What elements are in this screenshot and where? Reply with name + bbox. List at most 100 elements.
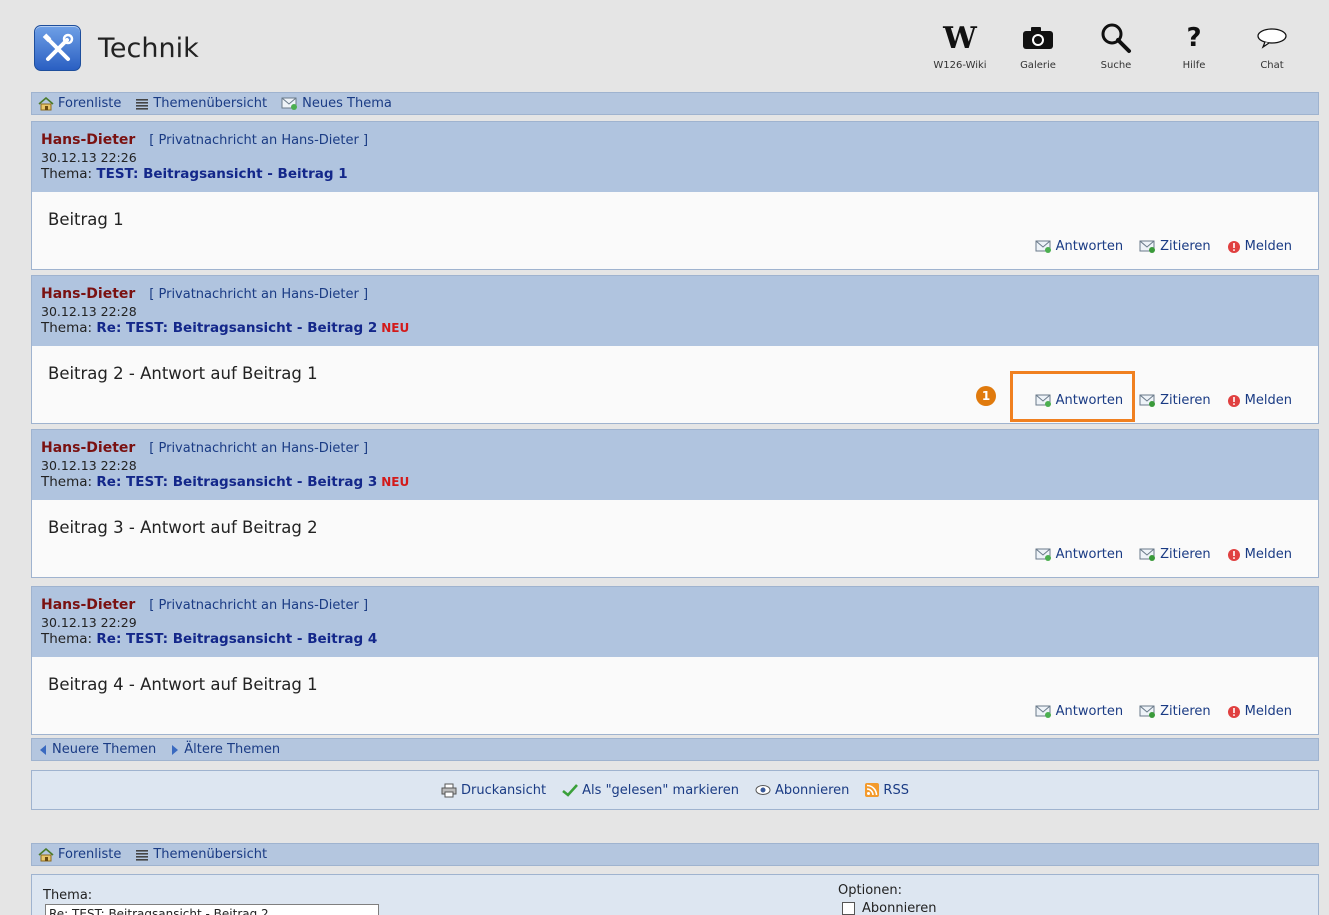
post-topic-link[interactable]: Re: TEST: Beitragsansicht - Beitrag 2 [96, 320, 377, 336]
forenliste-link[interactable]: Forenliste [38, 96, 121, 111]
post-date: 30.12.13 22:28 [41, 458, 137, 473]
reply-label: Antworten [1055, 393, 1124, 408]
newer-topics-label: Neuere Themen [52, 742, 157, 757]
forenliste-link[interactable]: Forenliste [38, 847, 121, 862]
topic-prefix: Thema: [41, 166, 93, 182]
report-button[interactable]: Melden [1227, 704, 1292, 719]
post-body: Beitrag 2 - Antwort auf Beitrag 1 Antwor… [32, 346, 1318, 423]
arrow-left-icon [38, 744, 48, 756]
report-button[interactable]: Melden [1227, 239, 1292, 254]
topic-tools-bar: Druckansicht Als "gelesen" markieren Abo… [31, 770, 1319, 810]
post-2: Hans-Dieter [ Privatnachricht an Hans-Di… [31, 275, 1319, 424]
post-body: Beitrag 4 - Antwort auf Beitrag 1 Antwor… [32, 657, 1318, 734]
post-text: Beitrag 4 - Antwort auf Beitrag 1 [48, 675, 318, 694]
wiki-w-icon: W [943, 20, 977, 56]
topnav-chat[interactable]: Chat [1233, 20, 1311, 71]
post-4: Hans-Dieter [ Privatnachricht an Hans-Di… [31, 586, 1319, 735]
post-author[interactable]: Hans-Dieter [41, 132, 135, 148]
mark-read-link[interactable]: Als "gelesen" markieren [562, 783, 739, 798]
quote-button[interactable]: Zitieren [1139, 239, 1211, 254]
post-header: Hans-Dieter [ Privatnachricht an Hans-Di… [32, 276, 1318, 346]
private-message-link[interactable]: [ Privatnachricht an Hans-Dieter ] [149, 598, 368, 613]
themen-link[interactable]: Themenübersicht [135, 847, 267, 862]
home-icon [38, 847, 54, 862]
post-1: Hans-Dieter [ Privatnachricht an Hans-Di… [31, 121, 1319, 270]
help-icon: ? [1186, 23, 1202, 53]
topnav-wiki[interactable]: W W126-Wiki [921, 20, 999, 72]
post-body: Beitrag 1 Antworten Zitieren Melden [32, 192, 1318, 269]
post-actions: Antworten Zitieren Melden [1019, 547, 1292, 562]
quote-button[interactable]: Zitieren [1139, 547, 1211, 562]
post-text: Beitrag 1 [48, 210, 124, 229]
older-topics-label: Ältere Themen [184, 742, 281, 757]
warning-icon [1227, 240, 1241, 254]
rss-link[interactable]: RSS [865, 783, 909, 798]
mark-read-label: Als "gelesen" markieren [582, 782, 739, 798]
quote-label: Zitieren [1160, 704, 1211, 719]
reply-label: Antworten [1055, 704, 1124, 719]
topnav-help[interactable]: ? Hilfe [1155, 20, 1233, 71]
quote-button[interactable]: Zitieren [1139, 393, 1211, 408]
reply-button[interactable]: Antworten [1035, 239, 1124, 254]
themen-label: Themenübersicht [153, 96, 268, 111]
reply-mail-icon [1035, 705, 1052, 718]
report-button[interactable]: Melden [1227, 393, 1292, 408]
private-message-link[interactable]: [ Privatnachricht an Hans-Dieter ] [149, 287, 368, 302]
post-actions: Antworten Zitieren Melden [1019, 239, 1292, 254]
print-view-link[interactable]: Druckansicht [441, 783, 546, 798]
warning-icon [1227, 394, 1241, 408]
page-title: Technik [98, 33, 199, 64]
neues-thema-link[interactable]: Neues Thema [281, 96, 392, 111]
post-text: Beitrag 3 - Antwort auf Beitrag 2 [48, 518, 318, 537]
subscribe-label: Abonnieren [774, 782, 850, 798]
reply-button[interactable]: Antworten [1035, 547, 1124, 562]
reply-label: Antworten [1055, 239, 1124, 254]
report-button[interactable]: Melden [1227, 547, 1292, 562]
topic-prefix: Thema: [41, 320, 93, 336]
older-topics-link[interactable]: Ältere Themen [170, 742, 280, 757]
topnav-label: Chat [1260, 60, 1284, 71]
topic-prefix: Thema: [41, 474, 93, 490]
subscribe-link[interactable]: Abonnieren [755, 783, 849, 798]
print-view-label: Druckansicht [461, 782, 547, 798]
reply-button[interactable]: Antworten [1035, 704, 1124, 719]
post-body: Beitrag 3 - Antwort auf Beitrag 2 Antwor… [32, 500, 1318, 577]
list-icon [135, 849, 149, 861]
list-icon [135, 98, 149, 110]
topnav-label: W126-Wiki [933, 60, 987, 71]
reply-label: Antworten [1055, 547, 1124, 562]
report-label: Melden [1244, 239, 1292, 254]
private-message-link[interactable]: [ Privatnachricht an Hans-Dieter ] [149, 441, 368, 456]
rss-label: RSS [883, 782, 909, 798]
quote-button[interactable]: Zitieren [1139, 704, 1211, 719]
topnav-search[interactable]: Suche [1077, 20, 1155, 71]
newer-topics-link[interactable]: Neuere Themen [38, 742, 156, 757]
warning-icon [1227, 705, 1241, 719]
post-topic-link[interactable]: Re: TEST: Beitragsansicht - Beitrag 3 [96, 474, 377, 490]
post-3: Hans-Dieter [ Privatnachricht an Hans-Di… [31, 429, 1319, 578]
topic-input[interactable] [45, 904, 379, 915]
reply-button[interactable]: Antworten [1035, 393, 1124, 408]
post-author[interactable]: Hans-Dieter [41, 597, 135, 613]
forenliste-label: Forenliste [58, 847, 122, 862]
post-header: Hans-Dieter [ Privatnachricht an Hans-Di… [32, 587, 1318, 657]
subscribe-checkbox[interactable] [842, 902, 855, 915]
post-header: Hans-Dieter [ Privatnachricht an Hans-Di… [32, 122, 1318, 192]
tools-logo-icon [34, 25, 81, 71]
topnav-gallery[interactable]: Galerie [999, 20, 1077, 71]
rss-icon [865, 783, 880, 797]
neues-thema-label: Neues Thema [302, 96, 392, 111]
post-actions: Antworten Zitieren Melden [1019, 704, 1292, 719]
arrow-right-icon [170, 744, 180, 756]
post-topic-link[interactable]: Re: TEST: Beitragsansicht - Beitrag 4 [96, 631, 377, 647]
post-topic-link[interactable]: TEST: Beitragsansicht - Beitrag 1 [96, 166, 347, 182]
post-date: 30.12.13 22:28 [41, 304, 137, 319]
post-header: Hans-Dieter [ Privatnachricht an Hans-Di… [32, 430, 1318, 500]
private-message-link[interactable]: [ Privatnachricht an Hans-Dieter ] [149, 133, 368, 148]
post-author[interactable]: Hans-Dieter [41, 440, 135, 456]
report-label: Melden [1244, 704, 1292, 719]
themen-label: Themenübersicht [153, 847, 268, 862]
post-author[interactable]: Hans-Dieter [41, 286, 135, 302]
new-topic-icon [281, 97, 298, 110]
themen-link[interactable]: Themenübersicht [135, 96, 267, 111]
